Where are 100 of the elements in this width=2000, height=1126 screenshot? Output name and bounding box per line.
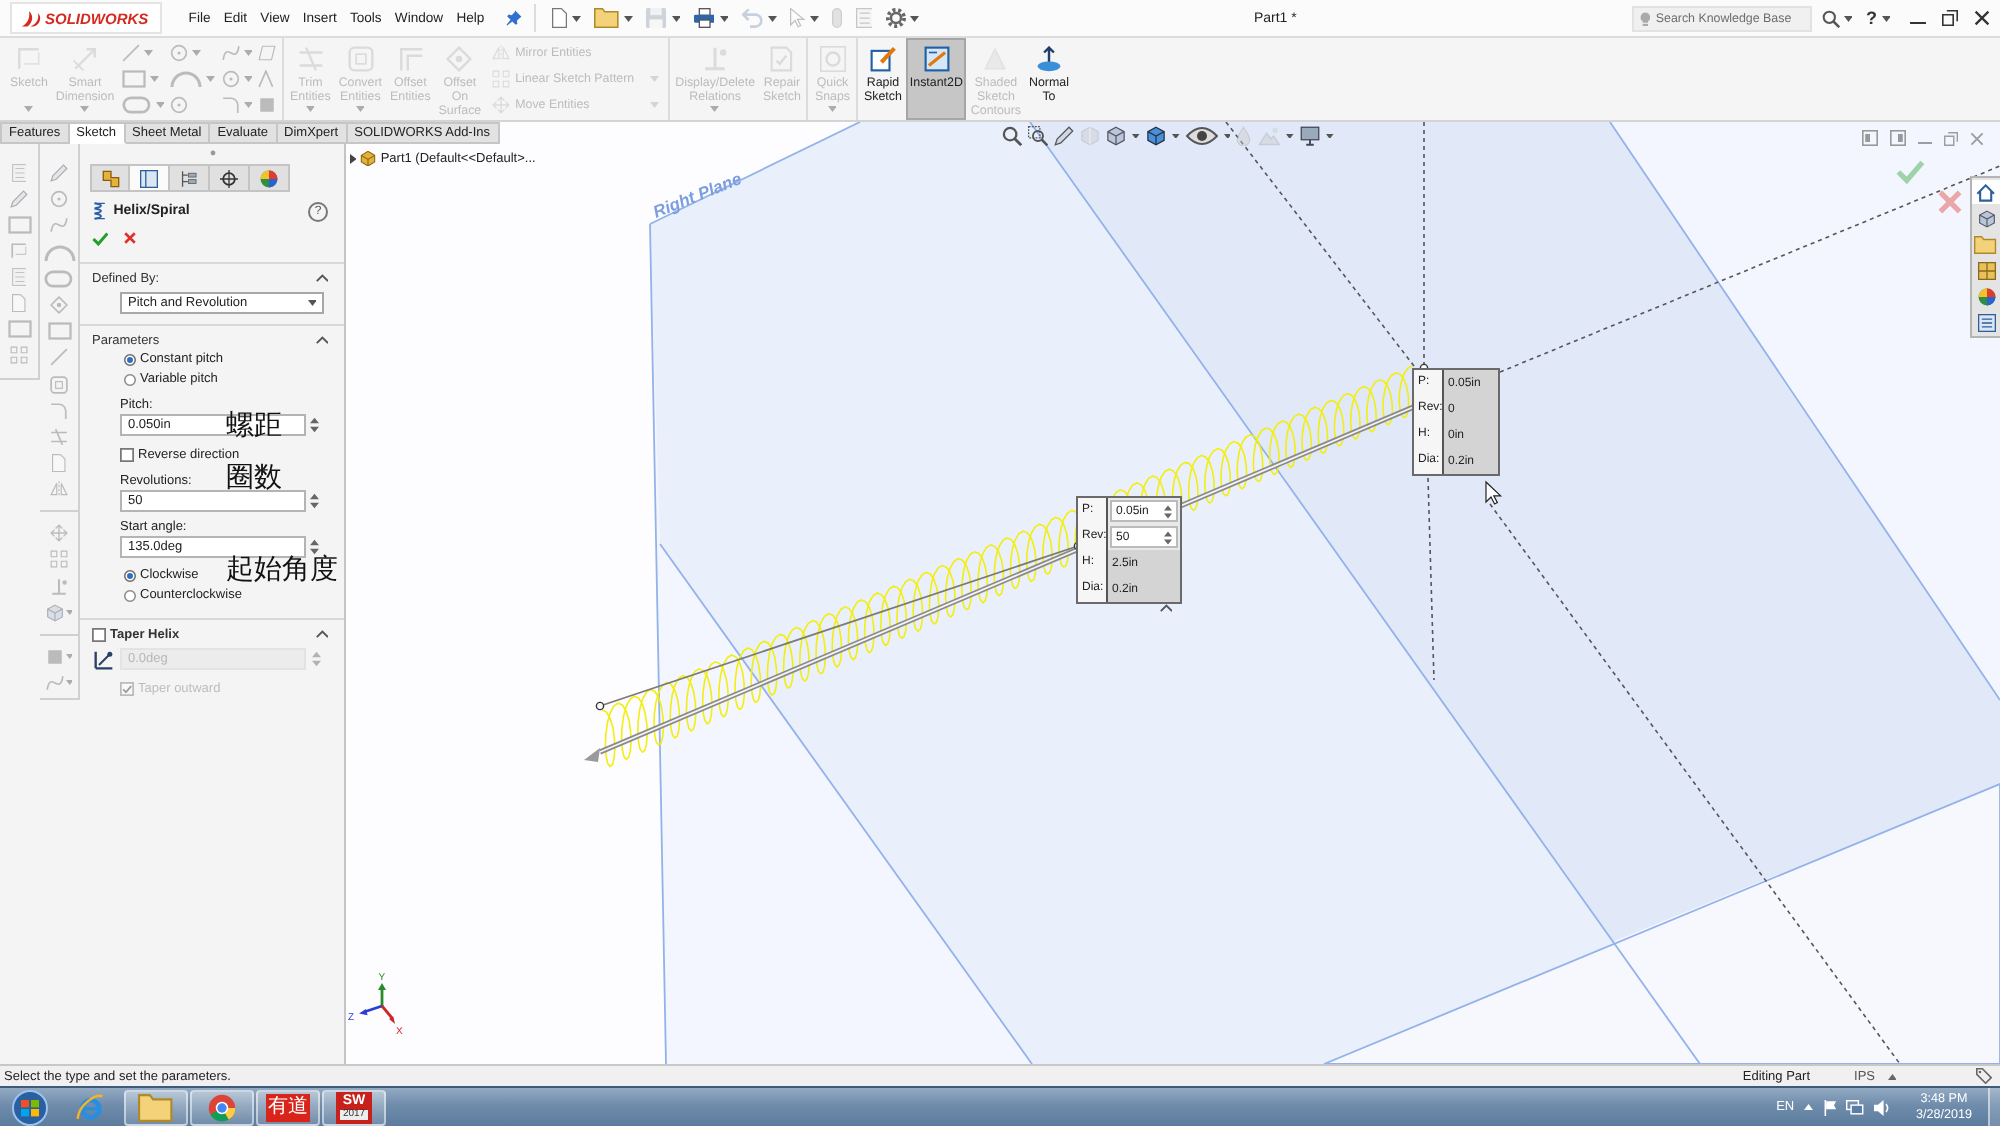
- panel-tab[interactable]: [130, 164, 170, 192]
- square-corner-icon: [15, 46, 42, 72]
- pin-icon[interactable]: [506, 10, 523, 26]
- plane-label: Right Plane: [650, 168, 745, 222]
- panel-tab[interactable]: [90, 164, 130, 192]
- nested-squares-icon: [347, 46, 374, 72]
- panel-tab[interactable]: [210, 164, 250, 192]
- taskbar-button[interactable]: [124, 1089, 188, 1125]
- caret-icon[interactable]: [1843, 15, 1852, 21]
- folder-icon[interactable]: [594, 8, 620, 28]
- caret-up-icon[interactable]: [315, 274, 328, 282]
- cube-icon: [1977, 209, 1995, 227]
- search-icon[interactable]: [1821, 9, 1839, 27]
- tile-right-icon[interactable]: [1890, 130, 1906, 146]
- speaker-icon[interactable]: [1873, 1099, 1890, 1115]
- pencil-square-icon: [869, 46, 896, 72]
- color-ball-icon: [1977, 287, 1995, 305]
- spinner-icon[interactable]: [310, 416, 319, 434]
- tag-icon[interactable]: [1976, 1068, 1992, 1084]
- triangle-marker-icon[interactable]: [584, 748, 600, 762]
- grip-icon[interactable]: [209, 150, 215, 156]
- radio-button[interactable]: [124, 354, 136, 366]
- annotation-text: 起始角度: [226, 556, 338, 586]
- spinner-icon[interactable]: [1164, 529, 1172, 545]
- caret-icon[interactable]: [1223, 133, 1231, 139]
- taskbar-button[interactable]: 有道: [256, 1089, 320, 1125]
- checkbox-icon[interactable]: [120, 448, 134, 462]
- task-pane-tab[interactable]: [1972, 180, 2000, 204]
- caret-icon[interactable]: [1132, 133, 1140, 139]
- minimize-icon[interactable]: [1910, 21, 1926, 25]
- help-button[interactable]: ?: [1866, 8, 1877, 28]
- cube-icon[interactable]: [1106, 126, 1126, 146]
- caret-up-icon[interactable]: [1160, 604, 1173, 612]
- square-grid-icon: [491, 70, 510, 88]
- magnifier-icon[interactable]: [1002, 126, 1022, 146]
- cross-icon[interactable]: [124, 232, 137, 244]
- monitor-icon[interactable]: [1299, 126, 1320, 146]
- endpoint-handle[interactable]: [595, 701, 605, 711]
- caret-up-icon[interactable]: [315, 630, 328, 638]
- printer-icon[interactable]: [693, 8, 715, 28]
- caret-icon[interactable]: [1171, 133, 1179, 139]
- blocks-icon: [101, 169, 119, 187]
- caret-icon: [827, 106, 837, 112]
- eye-icon[interactable]: [1185, 126, 1217, 146]
- list-icon: [1977, 313, 1995, 331]
- start-button-icon[interactable]: [12, 1089, 48, 1125]
- block-icon: [360, 150, 377, 166]
- color-ball-icon: [260, 169, 278, 187]
- network-screens-icon[interactable]: [1846, 1099, 1864, 1115]
- restore-icon[interactable]: [1942, 10, 1958, 26]
- diamond-icon: [446, 46, 473, 72]
- caret-icon[interactable]: [572, 15, 582, 21]
- task-pane-tab[interactable]: [1972, 310, 2000, 334]
- taskbar-button[interactable]: [190, 1089, 254, 1125]
- house-icon: [1976, 183, 1996, 201]
- radio-button[interactable]: [124, 374, 136, 386]
- caret-icon: [307, 300, 316, 306]
- target-square-icon: [819, 46, 846, 72]
- panel-tab[interactable]: [250, 164, 290, 192]
- crossed-lines-icon: [297, 46, 324, 72]
- close-icon[interactable]: [1974, 10, 1990, 26]
- shaded-cube-icon[interactable]: [1145, 126, 1166, 146]
- spinner-icon[interactable]: [310, 491, 319, 509]
- move-arrows-icon: [491, 96, 510, 114]
- caret-icon[interactable]: [719, 15, 729, 21]
- caret-icon[interactable]: [1881, 15, 1890, 21]
- caret-icon: [305, 106, 315, 112]
- flag-icon[interactable]: [1823, 1099, 1837, 1115]
- folder-icon: [138, 1093, 174, 1121]
- checkbox-icon[interactable]: [92, 627, 106, 641]
- radio-button[interactable]: [124, 570, 136, 582]
- gear-icon[interactable]: [885, 8, 906, 28]
- caret-icon: [710, 106, 720, 112]
- caret-icon[interactable]: [624, 15, 634, 21]
- caret-up-icon[interactable]: [1887, 1073, 1896, 1079]
- caret-icon[interactable]: [1325, 133, 1334, 139]
- spinner-icon[interactable]: [310, 537, 319, 555]
- branch-list-icon: [180, 169, 198, 187]
- axis-triad: [359, 983, 395, 1024]
- panel-icon: [140, 169, 158, 187]
- caret-icon[interactable]: [910, 15, 920, 21]
- page-icon[interactable]: [552, 8, 568, 28]
- caret-up-icon[interactable]: [1804, 1104, 1814, 1110]
- expander-icon[interactable]: [350, 153, 357, 163]
- caret-icon: [80, 106, 90, 112]
- show-desktop-button[interactable]: [1988, 1088, 2000, 1126]
- mirrored-triangles-icon: [491, 44, 510, 62]
- task-pane-tab[interactable]: [1972, 258, 2000, 282]
- crosshair-icon: [220, 169, 238, 187]
- spinner-icon[interactable]: [1164, 503, 1172, 519]
- tricolor-ring-icon: [208, 1093, 236, 1121]
- radio-button[interactable]: [124, 590, 136, 602]
- pencil-icon[interactable]: [1054, 126, 1074, 146]
- caret-icon: [24, 106, 34, 112]
- logo-mark-icon: [20, 9, 41, 27]
- check-icon[interactable]: [92, 231, 109, 245]
- nested-corners-icon: [397, 46, 424, 72]
- ring-swoosh-icon: [76, 1093, 104, 1121]
- tile-left-icon[interactable]: [1862, 130, 1878, 146]
- caret-up-icon[interactable]: [315, 336, 328, 344]
